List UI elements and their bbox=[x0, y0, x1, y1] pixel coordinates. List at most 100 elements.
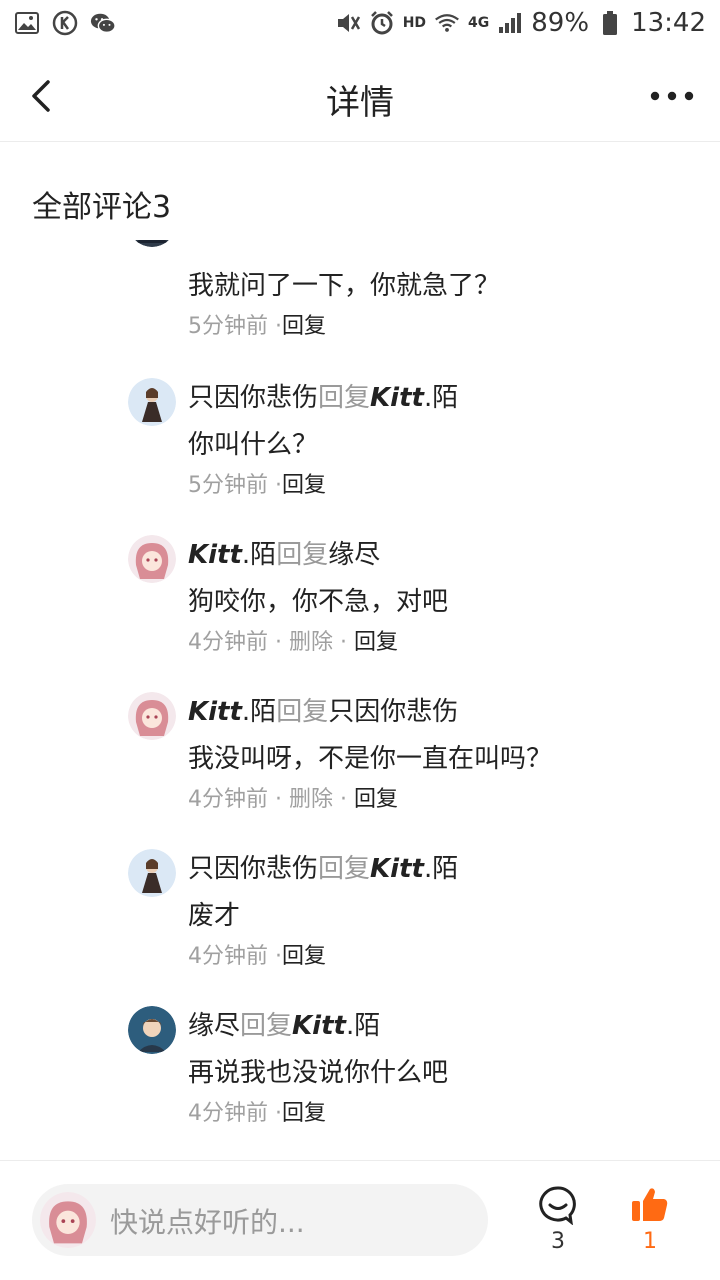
comment-meta: 5分钟前 ·回复 bbox=[188, 471, 326, 501]
comment-author[interactable]: 只因你悲伤 bbox=[188, 383, 318, 413]
comment-author[interactable]: 缘尽 bbox=[188, 1011, 240, 1041]
network-type: 4G bbox=[468, 15, 490, 31]
reply-target-suffix[interactable]: .陌 bbox=[346, 1011, 380, 1041]
comment-meta: 4分钟前 · 删除 · 回复 bbox=[188, 785, 398, 815]
meta-separator: · bbox=[268, 787, 289, 812]
comment-meta: 4分钟前 ·回复 bbox=[188, 942, 326, 972]
comment-text: 你叫什么？ bbox=[188, 430, 319, 460]
comment-item: Kitt.陌回复缘尽 狗咬你，你不急，对吧 4分钟前 · 删除 · 回复 bbox=[0, 535, 720, 692]
comment-time: 4分钟前 bbox=[188, 1101, 268, 1126]
reply-button[interactable]: 回复 bbox=[354, 630, 398, 655]
like-button[interactable]: 1 bbox=[628, 1185, 672, 1259]
comment-author[interactable]: Kitt bbox=[188, 540, 242, 570]
more-options-button[interactable] bbox=[648, 84, 696, 108]
comments-button[interactable]: 3 bbox=[536, 1185, 580, 1259]
avatar[interactable] bbox=[128, 240, 176, 247]
comment-item: 只因你悲伤回复Kitt.陌 你叫什么？ 5分钟前 ·回复 bbox=[0, 378, 720, 535]
battery-percent: 89% bbox=[531, 8, 590, 38]
reply-target[interactable]: Kitt bbox=[370, 383, 424, 413]
avatar[interactable] bbox=[128, 1006, 176, 1054]
like-count: 1 bbox=[643, 1229, 657, 1254]
comment-meta: 4分钟前 ·回复 bbox=[188, 1099, 326, 1129]
reply-target[interactable]: 只因你悲伤 bbox=[328, 697, 458, 727]
comment-author[interactable]: 只因你悲伤 bbox=[188, 854, 318, 884]
reply-target[interactable]: 缘尽 bbox=[328, 540, 380, 570]
comment-time: 5分钟前 bbox=[188, 314, 268, 339]
meta-separator: · bbox=[275, 473, 282, 498]
page-title: 详情 bbox=[326, 83, 394, 123]
my-avatar bbox=[40, 1192, 96, 1248]
comment-header: 缘尽回复Kitt.陌 bbox=[188, 1008, 380, 1044]
status-right-icons: HD 4G 89% 13:42 bbox=[335, 8, 706, 38]
comment-item: Kitt.陌回复只因你悲伤 我没叫呀，不是你一直在叫吗？ 4分钟前 · 删除 ·… bbox=[0, 692, 720, 849]
reply-word: 回复 bbox=[240, 1011, 293, 1041]
signal-icon bbox=[497, 10, 523, 36]
wechat-icon bbox=[90, 10, 116, 36]
comment-text: 再说我也没说你什么吧 bbox=[188, 1058, 449, 1088]
reply-target-suffix[interactable]: .陌 bbox=[424, 854, 458, 884]
reply-word: 回复 bbox=[276, 540, 329, 570]
meta-separator: · bbox=[275, 314, 282, 339]
comment-time: 5分钟前 bbox=[188, 473, 268, 498]
reply-target[interactable]: Kitt bbox=[370, 854, 424, 884]
comment-count: 3 bbox=[551, 1229, 565, 1254]
wifi-icon bbox=[434, 10, 460, 36]
mute-icon bbox=[335, 10, 361, 36]
bottom-action-bar: 快说点好听的... 3 1 bbox=[0, 1160, 720, 1280]
reply-target-suffix[interactable]: .陌 bbox=[424, 383, 458, 413]
clock: 13:42 bbox=[631, 8, 706, 38]
avatar[interactable] bbox=[128, 378, 176, 426]
comment-header: 只因你悲伤回复Kitt.陌 bbox=[188, 851, 458, 887]
status-bar: HD 4G 89% 13:42 bbox=[0, 0, 720, 50]
comment-input-placeholder: 快说点好听的... bbox=[110, 1206, 305, 1239]
comment-author-suffix[interactable]: .陌 bbox=[242, 540, 276, 570]
k-app-icon bbox=[52, 10, 78, 36]
all-comments-heading: 全部评论3 bbox=[32, 190, 172, 225]
reply-button[interactable]: 回复 bbox=[282, 1101, 326, 1126]
reply-target[interactable]: Kitt bbox=[292, 1011, 346, 1041]
meta-separator: · bbox=[333, 630, 354, 655]
battery-icon bbox=[597, 10, 623, 36]
comment-meta: 4分钟前 · 删除 · 回复 bbox=[188, 628, 398, 658]
reply-button[interactable]: 回复 bbox=[354, 787, 398, 812]
reply-word: 回复 bbox=[318, 383, 371, 413]
reply-button[interactable]: 回复 bbox=[282, 314, 326, 339]
hd-label: HD bbox=[402, 15, 427, 31]
comment-input[interactable]: 快说点好听的... bbox=[32, 1184, 488, 1256]
meta-separator: · bbox=[333, 787, 354, 812]
comment-list: 我就问了一下，你就急了？ 5分钟前 ·回复 只因你悲伤回复Kitt.陌 你叫什么… bbox=[0, 240, 720, 1160]
comment-text: 废才 bbox=[188, 901, 241, 931]
comment-text: 我没叫呀，不是你一直在叫吗？ bbox=[188, 744, 553, 774]
thumbs-up-icon bbox=[632, 1188, 668, 1221]
avatar[interactable] bbox=[128, 849, 176, 897]
comment-header: Kitt.陌回复只因你悲伤 bbox=[188, 694, 458, 730]
comment-time: 4分钟前 bbox=[188, 787, 268, 812]
delete-button[interactable]: 删除 bbox=[289, 787, 333, 812]
comment-meta: 5分钟前 ·回复 bbox=[188, 312, 326, 342]
status-left-icons bbox=[14, 10, 116, 36]
meta-separator: · bbox=[275, 944, 282, 969]
meta-separator: · bbox=[268, 630, 289, 655]
reply-word: 回复 bbox=[318, 854, 371, 884]
comment-author[interactable]: Kitt bbox=[188, 697, 242, 727]
more-dots-icon bbox=[650, 91, 694, 101]
comment-item: 只因你悲伤回复Kitt.陌 废才 4分钟前 ·回复 bbox=[0, 849, 720, 1006]
comment-time: 4分钟前 bbox=[188, 944, 268, 969]
comment-bubble-icon bbox=[539, 1186, 576, 1225]
comment-author-suffix[interactable]: .陌 bbox=[242, 697, 276, 727]
comment-header: 只因你悲伤回复Kitt.陌 bbox=[188, 380, 458, 416]
comment-header: Kitt.陌回复缘尽 bbox=[188, 537, 380, 573]
comment-item: 缘尽回复Kitt.陌 再说我也没说你什么吧 4分钟前 ·回复 bbox=[0, 1006, 720, 1160]
delete-button[interactable]: 删除 bbox=[289, 630, 333, 655]
comment-item: 我就问了一下，你就急了？ 5分钟前 ·回复 bbox=[0, 240, 720, 376]
top-nav-bar: 详情 bbox=[0, 50, 720, 142]
reply-word: 回复 bbox=[276, 697, 329, 727]
avatar[interactable] bbox=[128, 692, 176, 740]
gallery-icon bbox=[14, 10, 40, 36]
avatar[interactable] bbox=[128, 535, 176, 583]
reply-button[interactable]: 回复 bbox=[282, 473, 326, 498]
reply-button[interactable]: 回复 bbox=[282, 944, 326, 969]
comment-text: 我就问了一下，你就急了？ bbox=[188, 271, 501, 301]
comment-time: 4分钟前 bbox=[188, 630, 268, 655]
alarm-icon bbox=[369, 10, 395, 36]
